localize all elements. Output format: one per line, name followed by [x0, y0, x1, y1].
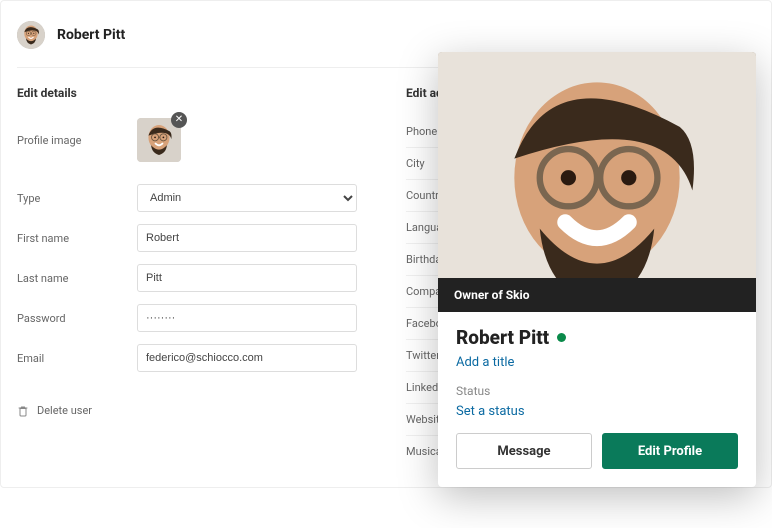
- edit-details-heading: Edit details: [17, 86, 366, 100]
- card-buttons: Message Edit Profile: [456, 433, 738, 469]
- type-row: Type Admin: [17, 182, 366, 214]
- avatar: [17, 21, 45, 49]
- message-button[interactable]: Message: [456, 433, 592, 469]
- trash-icon: [17, 405, 29, 417]
- edit-details-col: Edit details Profile image ✕ Type Admin: [17, 86, 366, 467]
- profile-card-body: Robert Pitt Add a title Status Set a sta…: [438, 312, 756, 487]
- email-row: Email: [17, 342, 366, 374]
- last-name-row: Last name: [17, 262, 366, 294]
- profile-photo: [438, 52, 756, 278]
- status-label: Status: [456, 384, 738, 398]
- add-title-link[interactable]: Add a title: [456, 355, 514, 370]
- profile-image-row: Profile image ✕: [17, 116, 366, 164]
- last-name-input[interactable]: [137, 264, 357, 292]
- profile-name: Robert Pitt: [456, 326, 549, 349]
- type-select[interactable]: Admin: [137, 184, 357, 212]
- email-input[interactable]: [137, 344, 357, 372]
- email-label: Email: [17, 352, 137, 365]
- edit-profile-button[interactable]: Edit Profile: [602, 433, 738, 469]
- password-label: Password: [17, 312, 137, 325]
- password-input[interactable]: [137, 304, 357, 332]
- profile-image-thumb[interactable]: ✕: [137, 118, 181, 162]
- first-name-input[interactable]: [137, 224, 357, 252]
- profile-image-label: Profile image: [17, 134, 137, 147]
- type-label: Type: [17, 192, 137, 205]
- online-status-dot-icon: [557, 333, 566, 342]
- page-title: Robert Pitt: [57, 27, 125, 43]
- profile-banner: Owner of Skio: [438, 278, 756, 312]
- set-status-link[interactable]: Set a status: [456, 404, 525, 419]
- last-name-label: Last name: [17, 272, 137, 285]
- first-name-row: First name: [17, 222, 366, 254]
- delete-user-button[interactable]: Delete user: [17, 404, 366, 417]
- profile-name-row: Robert Pitt: [456, 326, 738, 349]
- remove-image-icon[interactable]: ✕: [171, 112, 187, 128]
- first-name-label: First name: [17, 232, 137, 245]
- password-row: Password: [17, 302, 366, 334]
- delete-user-label: Delete user: [37, 404, 92, 417]
- profile-card: Owner of Skio Robert Pitt Add a title St…: [438, 52, 756, 487]
